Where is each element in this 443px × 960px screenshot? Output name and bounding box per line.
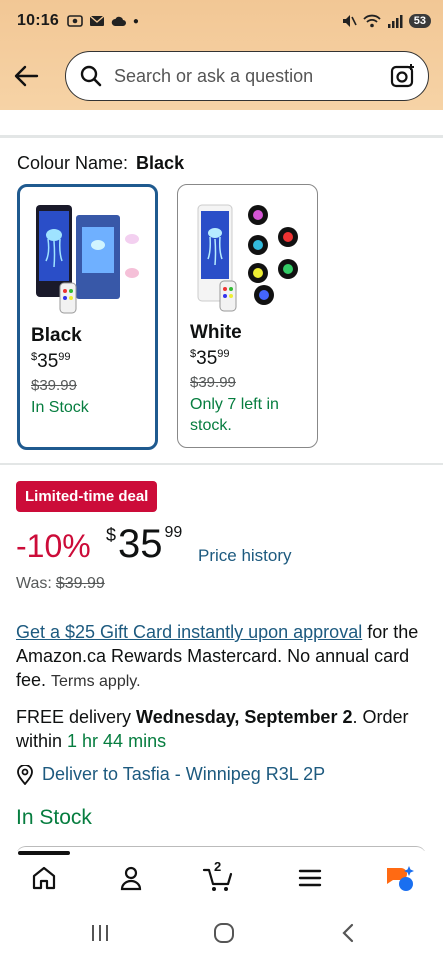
location-pin-icon — [17, 764, 33, 785]
system-navigation-bar — [0, 903, 443, 960]
section-divider — [0, 463, 443, 465]
active-tab-indicator — [18, 851, 70, 855]
signal-icon — [387, 15, 403, 28]
mute-icon — [342, 15, 357, 27]
home-system-button[interactable] — [209, 921, 239, 945]
search-input[interactable]: Search or ask a question — [114, 66, 390, 87]
gift-card-link[interactable]: Get a $25 Gift Card instantly upon appro… — [16, 622, 362, 642]
price-history-link[interactable]: Price history — [198, 546, 292, 566]
home-circle-icon — [214, 923, 234, 943]
swatch-name: Black — [31, 325, 82, 346]
back-arrow-icon — [14, 65, 39, 87]
swatch-name: White — [190, 322, 242, 343]
colour-selected-value: Black — [136, 153, 185, 173]
nav-home[interactable] — [24, 861, 64, 895]
home-icon — [32, 866, 56, 890]
status-right-icons: 53 — [341, 14, 431, 28]
availability-status: In Stock — [16, 806, 92, 829]
colour-label-text: Colour Name: — [17, 153, 129, 173]
delivery-info: FREE delivery Wednesday, September 2. Or… — [16, 707, 409, 751]
cart-count-badge: 2 — [214, 859, 222, 874]
wifi-icon — [363, 14, 381, 28]
credit-card-promo: Get a $25 Gift Card instantly upon appro… — [16, 620, 422, 694]
battery-indicator: 53 — [408, 14, 431, 28]
status-time: 10:16 — [17, 12, 59, 29]
swatch-price: $3599 — [190, 348, 230, 369]
section-divider — [0, 135, 443, 138]
nav-menu[interactable] — [290, 861, 330, 895]
deliver-to-location[interactable]: Deliver to Tasfia - Winnipeg R3L 2P — [16, 764, 325, 785]
deal-price: $35 99 — [106, 522, 183, 566]
user-icon — [120, 866, 142, 891]
camera-search-icon[interactable] — [390, 63, 416, 89]
discount-percent: -10% — [16, 528, 91, 564]
cloud-icon — [111, 16, 126, 26]
deliver-to-text[interactable]: Deliver to Tasfia - Winnipeg R3L 2P — [42, 764, 325, 785]
status-notification-icons: ● — [67, 14, 139, 28]
swatch-was-price: $39.99 — [190, 374, 236, 391]
nav-rufus-assistant[interactable] — [380, 861, 420, 895]
rufus-ai-icon — [387, 866, 414, 891]
nav-account[interactable] — [111, 861, 151, 895]
top-header: 10:16 ● 53 Search or ask a question — [0, 0, 443, 110]
swatch-was-price: $39.99 — [31, 377, 77, 394]
search-bar[interactable]: Search or ask a question — [65, 51, 429, 101]
delivery-date: Wednesday, September 2 — [136, 707, 353, 727]
mail-icon — [89, 15, 105, 26]
swatch-black[interactable]: Black $3599 $39.99 In Stock — [17, 184, 158, 450]
search-icon — [80, 65, 102, 87]
recent-apps-button[interactable] — [85, 921, 115, 945]
back-button[interactable] — [12, 62, 40, 90]
product-image-white — [188, 195, 306, 315]
dot-icon: ● — [132, 15, 139, 27]
swatch-stock-status: Only 7 left in stock. — [190, 396, 279, 434]
chevron-left-icon — [342, 923, 354, 943]
product-image-black — [30, 197, 148, 317]
order-countdown: 1 hr 44 mins — [67, 731, 167, 751]
was-price-line: Was: $39.99 — [16, 575, 105, 592]
colour-name-label: Colour Name: Black — [17, 153, 184, 174]
screenshot-icon — [67, 15, 83, 27]
back-system-button[interactable] — [333, 921, 363, 945]
swatch-stock-status: In Stock — [31, 399, 89, 416]
terms-text: Terms apply. — [51, 673, 141, 690]
bottom-navigation: 2 — [0, 851, 443, 903]
recent-apps-icon — [92, 925, 108, 941]
menu-icon — [298, 869, 322, 887]
swatch-white[interactable]: White $3599 $39.99 Only 7 left in stock. — [177, 184, 318, 448]
limited-time-deal-badge: Limited-time deal — [16, 481, 158, 512]
status-bar: 10:16 ● 53 — [17, 8, 431, 34]
nav-cart[interactable]: 2 — [198, 859, 238, 895]
swatch-price: $3599 — [31, 351, 71, 372]
